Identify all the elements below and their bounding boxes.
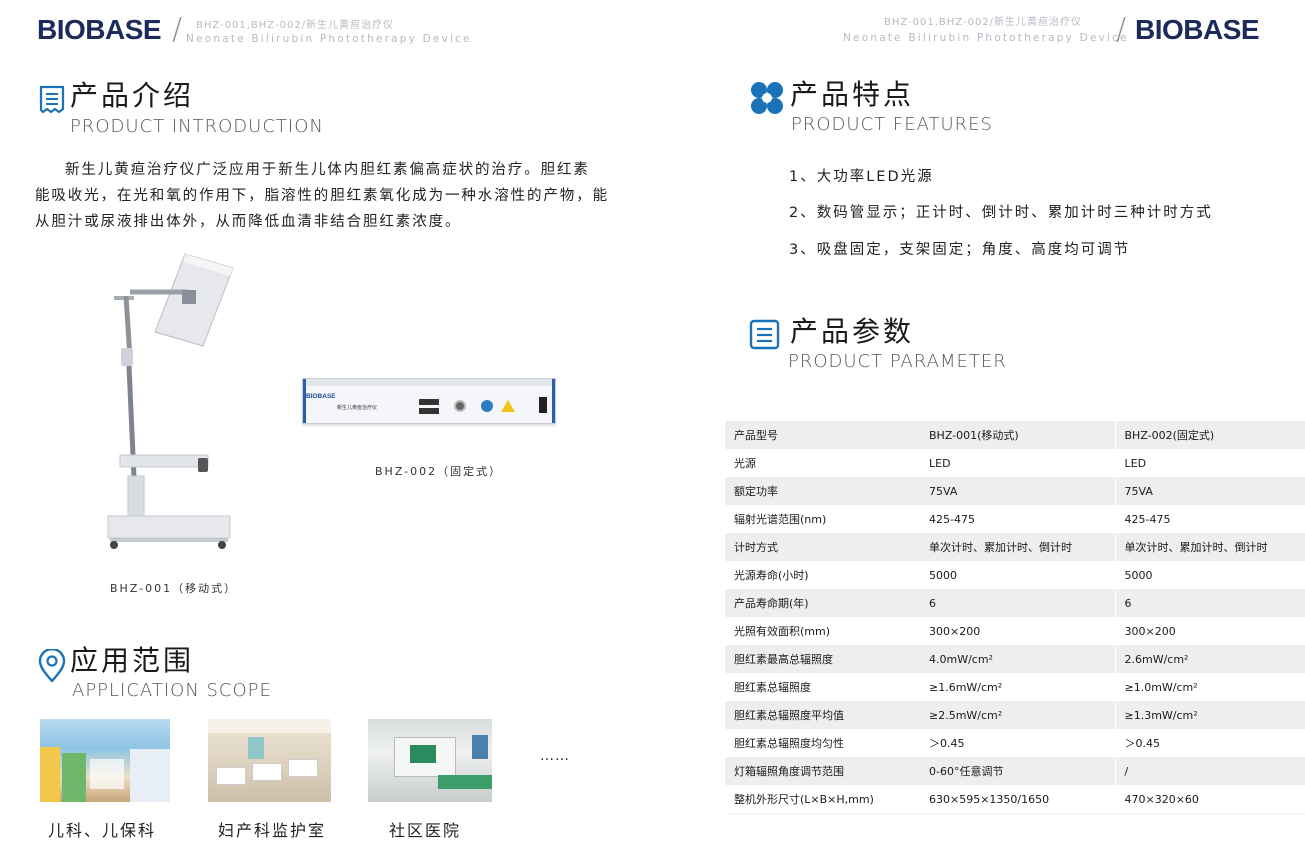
param-value-bhz-001: ≥2.5mW/cm² (920, 701, 1116, 730)
header-subtitle-right: Neonate Bilirubin Phototherapy Device (843, 32, 1129, 44)
header-subtitle-left: Neonate Bilirubin Phototherapy Device (186, 33, 472, 45)
param-value-bhz-002: 425-475 (1115, 505, 1305, 534)
param-label: 光照有效面积(mm) (725, 617, 920, 646)
param-value-bhz-001: 5000 (920, 561, 1116, 590)
device-brand: BIOBASE (306, 393, 336, 400)
param-value-bhz-002: 2.6mW/cm² (1115, 645, 1305, 674)
param-value-bhz-002: BHZ-002(固定式) (1115, 421, 1305, 450)
param-value-bhz-001: 300×200 (920, 617, 1116, 646)
table-row: 胆红素总辐照度平均值 ≥2.5mW/cm² ≥1.3mW/cm² (725, 701, 1305, 730)
brand-logo-right: BIOBASE (1135, 14, 1260, 45)
intro-line-2: 能吸收光，在光和氧的作用下，脂溶性的胆红素氧化成为一种水溶性的产物，能 (35, 188, 609, 204)
param-value-bhz-001: 425-475 (920, 505, 1116, 534)
param-label: 光源 (725, 449, 920, 478)
param-value-bhz-001: BHZ-001(移动式) (920, 421, 1116, 450)
list-icon (749, 319, 781, 351)
table-row: 额定功率 75VA 75VA (725, 477, 1305, 506)
table-row: 整机外形尺寸(L×B×H,mm) 630×595×1350/1650 470×320… (725, 785, 1305, 814)
table-row: 胆红素总辐照度 ≥1.6mW/cm² ≥1.0mW/cm² (725, 673, 1305, 702)
table-row: 计时方式 单次计时、累加计时、倒计时 单次计时、累加计时、倒计时 (725, 533, 1305, 562)
brand-logo-left: BIOBASE (37, 14, 162, 45)
document-icon (37, 84, 67, 118)
param-value-bhz-001: 0-60°任意调节 (920, 757, 1116, 786)
location-pin-icon (37, 647, 67, 683)
param-value-bhz-002: ＞0.45 (1115, 729, 1305, 758)
param-label: 整机外形尺寸(L×B×H,mm) (725, 785, 920, 814)
param-value-bhz-001: 单次计时、累加计时、倒计时 (920, 533, 1116, 562)
flower-icon (750, 81, 784, 115)
scope-more: …… (540, 748, 570, 764)
table-row: 光照有效面积(mm) 300×200 300×200 (725, 617, 1305, 646)
param-label: 胆红素总辐照度 (725, 673, 920, 702)
param-label: 胆红素总辐照度均匀性 (725, 729, 920, 758)
param-value-bhz-001: ≥1.6mW/cm² (920, 673, 1116, 702)
param-value-bhz-002: / (1115, 757, 1305, 786)
param-label: 产品型号 (725, 421, 920, 450)
param-value-bhz-002: ≥1.0mW/cm² (1115, 673, 1305, 702)
scope-title-cn: 应用范围 (70, 644, 195, 677)
table-row: 灯箱辐照角度调节范围 0-60°任意调节 / (725, 757, 1305, 786)
param-value-bhz-002: 单次计时、累加计时、倒计时 (1115, 533, 1305, 562)
param-label: 产品寿命期(年) (725, 589, 920, 618)
features-title-en: PRODUCT FEATURES (791, 114, 993, 135)
param-value-bhz-002: 75VA (1115, 477, 1305, 506)
table-row: 胆红素总辐照度均匀性 ＞0.45 ＞0.45 (725, 729, 1305, 758)
param-value-bhz-001: ＞0.45 (920, 729, 1116, 758)
params-title-cn: 产品参数 (790, 315, 915, 348)
param-label: 胆红素最高总辐照度 (725, 645, 920, 674)
param-label: 额定功率 (725, 477, 920, 506)
features-title-cn: 产品特点 (790, 78, 915, 111)
table-row: 产品型号 BHZ-001(移动式) BHZ-002(固定式) (725, 421, 1305, 450)
param-value-bhz-001: 75VA (920, 477, 1116, 506)
maternity-ward-photo (208, 719, 331, 802)
parameter-table: 产品型号 BHZ-001(移动式) BHZ-002(固定式) 光源 LED LED 额定功率… (725, 421, 1305, 814)
params-title-en: PRODUCT PARAMETER (788, 351, 1007, 372)
scope-label-pediatrics: 儿科、儿保科 (48, 821, 157, 840)
param-label: 灯箱辐照角度调节范围 (725, 757, 920, 786)
intro-line-1: 新生儿黄疸治疗仪广泛应用于新生儿体内胆红素偏高症状的治疗。胆红素 (65, 162, 590, 178)
param-value-bhz-001: 6 (920, 589, 1116, 618)
feature-item-3: 3、吸盘固定，支架固定；角度、高度均可调节 (789, 242, 1131, 258)
intro-paragraph: 新生儿黄疸治疗仪广泛应用于新生儿体内胆红素偏高症状的治疗。胆红素 能吸收光，在光… (35, 157, 620, 235)
header-divider-right: / (1116, 12, 1127, 47)
bhz-002-caption: BHZ-002（固定式） (375, 465, 503, 478)
header-divider-left: / (172, 12, 183, 47)
header-models-right: BHZ-001,BHZ-002/新生儿黄疸治疗仪 (884, 17, 1083, 28)
param-label: 胆红素总辐照度平均值 (725, 701, 920, 730)
intro-line-3: 从胆汁或尿液排出体外，从而降低血清非结合胆红素浓度。 (35, 214, 462, 230)
feature-item-1: 1、大功率LED光源 (789, 169, 934, 185)
param-label: 光源寿命(小时) (725, 561, 920, 590)
param-label: 计时方式 (725, 533, 920, 562)
table-row: 辐射光谱范围(nm) 425-475 425-475 (725, 505, 1305, 534)
feature-item-2: 2、数码管显示；正计时、倒计时、累加计时三种计时方式 (789, 205, 1213, 221)
scope-label-community: 社区医院 (389, 821, 462, 840)
community-hospital-photo (368, 719, 492, 802)
device-name: 新生儿黄疸治疗仪 (337, 405, 378, 411)
param-value-bhz-001: LED (920, 449, 1116, 478)
bhz-001-caption: BHZ-001（移动式） (110, 582, 238, 595)
header-models-left: BHZ-001,BHZ-002/新生儿黄疸治疗仪 (196, 20, 395, 31)
param-label: 辐射光谱范围(nm) (725, 505, 920, 534)
param-value-bhz-002: 470×320×60 (1115, 785, 1305, 814)
table-row: 光源 LED LED (725, 449, 1305, 478)
intro-title-cn: 产品介绍 (70, 79, 195, 112)
param-value-bhz-002: LED (1115, 449, 1305, 478)
bhz-001-device-image (100, 248, 240, 553)
table-row: 产品寿命期(年) 6 6 (725, 589, 1305, 618)
table-row: 胆红素最高总辐照度 4.0mW/cm² 2.6mW/cm² (725, 645, 1305, 674)
pediatrics-photo (40, 719, 170, 802)
param-value-bhz-002: ≥1.3mW/cm² (1115, 701, 1305, 730)
param-value-bhz-002: 300×200 (1115, 617, 1305, 646)
bhz-002-device-image: BIOBASE 新生儿黄疸治疗仪 (302, 378, 556, 424)
scope-title-en: APPLICATION SCOPE (72, 680, 272, 701)
param-value-bhz-001: 4.0mW/cm² (920, 645, 1116, 674)
intro-title-en: PRODUCT INTRODUCTION (70, 116, 324, 137)
param-value-bhz-001: 630×595×1350/1650 (920, 785, 1116, 814)
table-row: 光源寿命(小时) 5000 5000 (725, 561, 1305, 590)
param-value-bhz-002: 6 (1115, 589, 1305, 618)
scope-label-maternity: 妇产科监护室 (218, 821, 327, 840)
param-value-bhz-002: 5000 (1115, 561, 1305, 590)
